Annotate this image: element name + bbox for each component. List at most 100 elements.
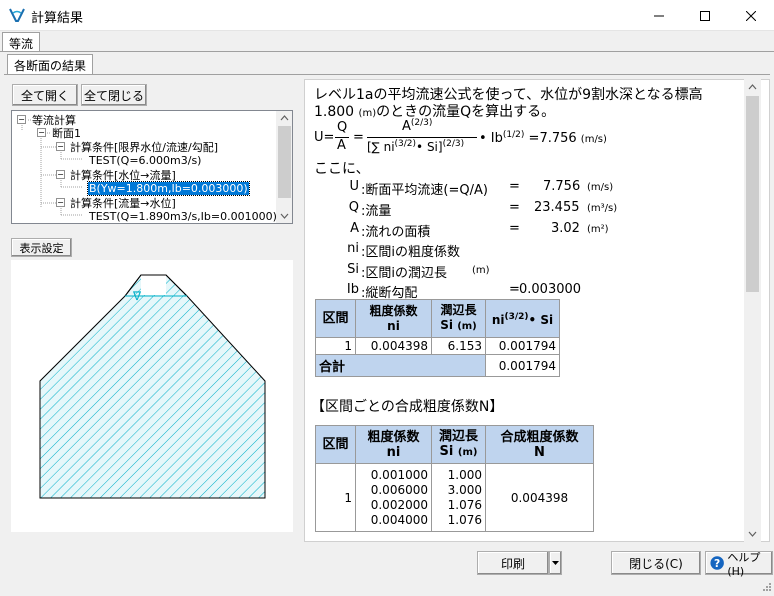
window-title: 計算結果	[31, 11, 84, 26]
print-button[interactable]: 印刷	[477, 551, 549, 575]
table-header: 潤辺長 Si (m)	[431, 299, 486, 338]
header-text: 合成粗度係数	[500, 429, 579, 445]
maximize-icon	[700, 10, 710, 21]
title-bar: 計算結果	[0, 0, 774, 31]
help-label: ヘルプ(H)	[727, 550, 761, 578]
minimize-button[interactable]	[636, 0, 682, 31]
tree-case[interactable]: TEST(Q=1.890m3/s,Ib=0.001000)	[89, 210, 277, 223]
bottom-bar: 印刷 閉じる(C) ? ヘルプ(H)	[0, 547, 774, 596]
result-tree[interactable]: − 等流計算 − 断面1 − 計算条件[限界水位/流速/勾配] TEST(Q=6…	[11, 110, 293, 224]
header-sub: Si	[439, 444, 454, 459]
table-cell: 0.004398	[355, 337, 432, 355]
scroll-thumb[interactable]	[746, 96, 759, 292]
resize-grip-icon[interactable]	[760, 582, 772, 594]
formula-q: Q	[337, 120, 348, 135]
header-unit: (m)	[457, 321, 477, 332]
scroll-down-icon[interactable]	[744, 526, 761, 542]
collapse-toggle-icon[interactable]: −	[17, 115, 26, 124]
expand-all-button[interactable]: 全て開く	[12, 84, 78, 106]
def-desc: :区間iの粗度係数	[361, 245, 460, 260]
def-symbol: A	[350, 221, 359, 236]
total-value: 0.001794	[485, 354, 560, 377]
table-cell: 0.001794	[485, 337, 560, 355]
tree-condition-flow-to-level[interactable]: 計算条件[流量→水位]	[70, 197, 176, 210]
koko-label: ここに、	[314, 161, 370, 177]
collapse-toggle-icon[interactable]: −	[56, 170, 65, 179]
formula-eq: =	[353, 130, 364, 145]
def-value: 7.756	[543, 179, 581, 194]
tab-section-results[interactable]: 各断面の結果	[7, 54, 94, 75]
den-mid: • Si]	[416, 140, 443, 154]
table-cell: 1.000 3.000 1.076 1.076	[431, 463, 486, 532]
header-text: 潤辺長	[440, 303, 477, 317]
collapse-all-button[interactable]: 全て閉じる	[81, 84, 147, 106]
header-sub: ni	[387, 318, 400, 333]
def-unit: (m²)	[587, 224, 609, 235]
tab-divider	[0, 51, 774, 52]
collapse-toggle-icon[interactable]: −	[56, 142, 65, 151]
result-panel: レベル1aの平均流速公式を使って、水位が9割水深となる標高 1.800 (m)の…	[304, 79, 770, 542]
tree-case[interactable]: TEST(Q=6.000m3/s)	[89, 154, 201, 167]
def-unit: (m³/s)	[587, 203, 618, 214]
help-button[interactable]: ? ヘルプ(H)	[705, 550, 773, 578]
def-desc: :区間iの潤辺長	[361, 266, 447, 281]
dropdown-arrow-icon	[552, 561, 559, 565]
table-row: 1 0.001000 0.006000 0.002000 0.004000 1.…	[315, 463, 594, 532]
def-symbol: Q	[348, 200, 359, 215]
formula-ib: • Ib(1/2) =7.756 (m/s)	[479, 130, 607, 146]
close-window-button[interactable]	[728, 0, 774, 31]
fraction-bar	[367, 137, 477, 138]
maximize-button[interactable]	[682, 0, 728, 31]
tab-uniform-flow[interactable]: 等流	[2, 32, 41, 52]
def-unit: (m/s)	[587, 182, 614, 193]
cross-section-drawing: ∇	[11, 260, 293, 532]
tree-condition-level-to-flow[interactable]: 計算条件[水位→流量]	[70, 169, 176, 182]
def-symbol: ni	[347, 241, 359, 256]
close-button[interactable]: 閉じる(C)	[611, 551, 701, 575]
result-scrollbar[interactable]	[744, 79, 761, 542]
def-eq: =	[509, 200, 520, 215]
total-label: 合計	[315, 354, 486, 377]
roughness-table: 区間 粗度係数 ni 潤辺長 Si (m) ni(3/2)• Si 1 0.0043…	[315, 299, 560, 377]
tree-case-selected[interactable]: B(Yw=1.800m,Ib=0.003000)	[87, 181, 250, 196]
formula-unit: (m/s)	[580, 134, 607, 145]
collapse-toggle-icon[interactable]: −	[37, 128, 46, 137]
formula-a: A	[337, 138, 346, 153]
table-cell: 6.153	[431, 337, 486, 355]
si-value: 1.076	[447, 497, 482, 512]
formula-numerator: A(2/3)	[402, 118, 432, 134]
scroll-up-icon[interactable]	[276, 111, 293, 125]
display-settings-button[interactable]: 表示設定	[11, 238, 72, 257]
scroll-thumb[interactable]	[278, 126, 291, 198]
table-header: 潤辺長 Si (m)	[431, 425, 486, 464]
num-exp: (2/3)	[410, 118, 433, 128]
print-dropdown-button[interactable]	[549, 551, 562, 575]
tab-divider	[4, 74, 770, 75]
formula-denominator: [∑ ni(3/2)• Si](2/3)	[367, 139, 464, 154]
composite-heading: 【区間ごとの合成粗度係数N】	[311, 399, 504, 415]
header-text: • Si	[528, 312, 554, 327]
table-cell: 0.001000 0.006000 0.002000 0.004000	[355, 463, 432, 532]
header-text: 潤辺長	[438, 429, 478, 444]
header-text: 粗度係数	[367, 429, 420, 445]
scroll-up-icon[interactable]	[744, 79, 761, 95]
tree-root[interactable]: 等流計算	[32, 114, 76, 127]
def-eq: =	[509, 179, 520, 194]
ni-value: 0.006000	[370, 482, 428, 497]
header-sub: ni	[386, 444, 401, 460]
def-desc: :断面平均流速(=Q/A)	[361, 183, 488, 198]
tree-section[interactable]: 断面1	[52, 127, 81, 140]
scroll-down-icon[interactable]	[276, 209, 293, 223]
tree-condition-critical[interactable]: 計算条件[限界水位/流速/勾配]	[70, 141, 218, 154]
si-value: 3.000	[447, 482, 482, 497]
def-desc: :流量	[361, 204, 392, 219]
tree-scrollbar[interactable]	[276, 111, 293, 223]
collapse-toggle-icon[interactable]: −	[56, 198, 65, 207]
header-exp: (3/2)	[504, 311, 529, 322]
ib: • Ib	[479, 131, 503, 146]
help-icon: ?	[710, 556, 724, 570]
minimize-icon	[654, 15, 664, 16]
den-exp: (3/2)	[394, 139, 417, 149]
formula-result: =7.756	[528, 131, 577, 146]
app-icon	[9, 8, 25, 22]
